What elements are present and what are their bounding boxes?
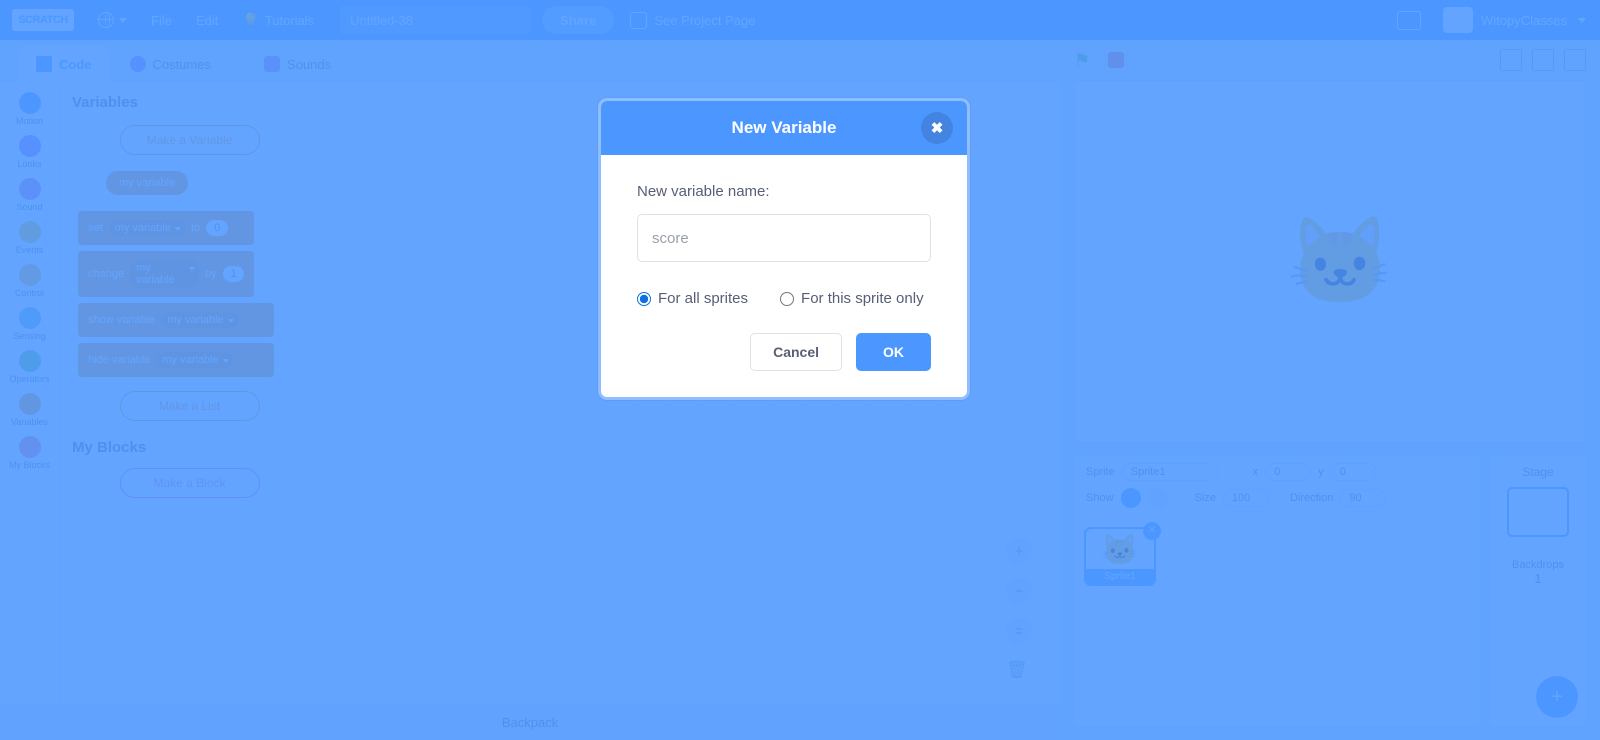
- cancel-button[interactable]: Cancel: [750, 333, 842, 371]
- modal-title: New Variable: [731, 118, 837, 137]
- radio-for-this-sprite-only[interactable]: For this sprite only: [780, 290, 924, 307]
- modal-actions: Cancel OK: [637, 333, 931, 371]
- modal-body: New variable name: For all sprites For t…: [601, 155, 967, 397]
- variable-name-input[interactable]: [637, 214, 931, 262]
- radio-for-all-sprites[interactable]: For all sprites: [637, 290, 748, 307]
- new-variable-modal: New Variable ✖ New variable name: For al…: [598, 98, 970, 400]
- radio-for-all-sprites-input[interactable]: [637, 291, 651, 306]
- scratch-editor-page: SCRATCH File Edit 💡 Tutorials Untitled-3…: [0, 0, 1600, 740]
- close-icon[interactable]: ✖: [921, 112, 953, 144]
- scope-radio-group: For all sprites For this sprite only: [637, 290, 931, 307]
- radio-for-this-sprite-only-input[interactable]: [780, 291, 795, 306]
- modal-header: New Variable ✖: [601, 101, 967, 155]
- ok-button[interactable]: OK: [856, 333, 931, 371]
- radio-for-this-sprite-only-label: For this sprite only: [801, 290, 924, 307]
- variable-name-label: New variable name:: [637, 183, 770, 200]
- radio-for-all-sprites-label: For all sprites: [658, 290, 749, 307]
